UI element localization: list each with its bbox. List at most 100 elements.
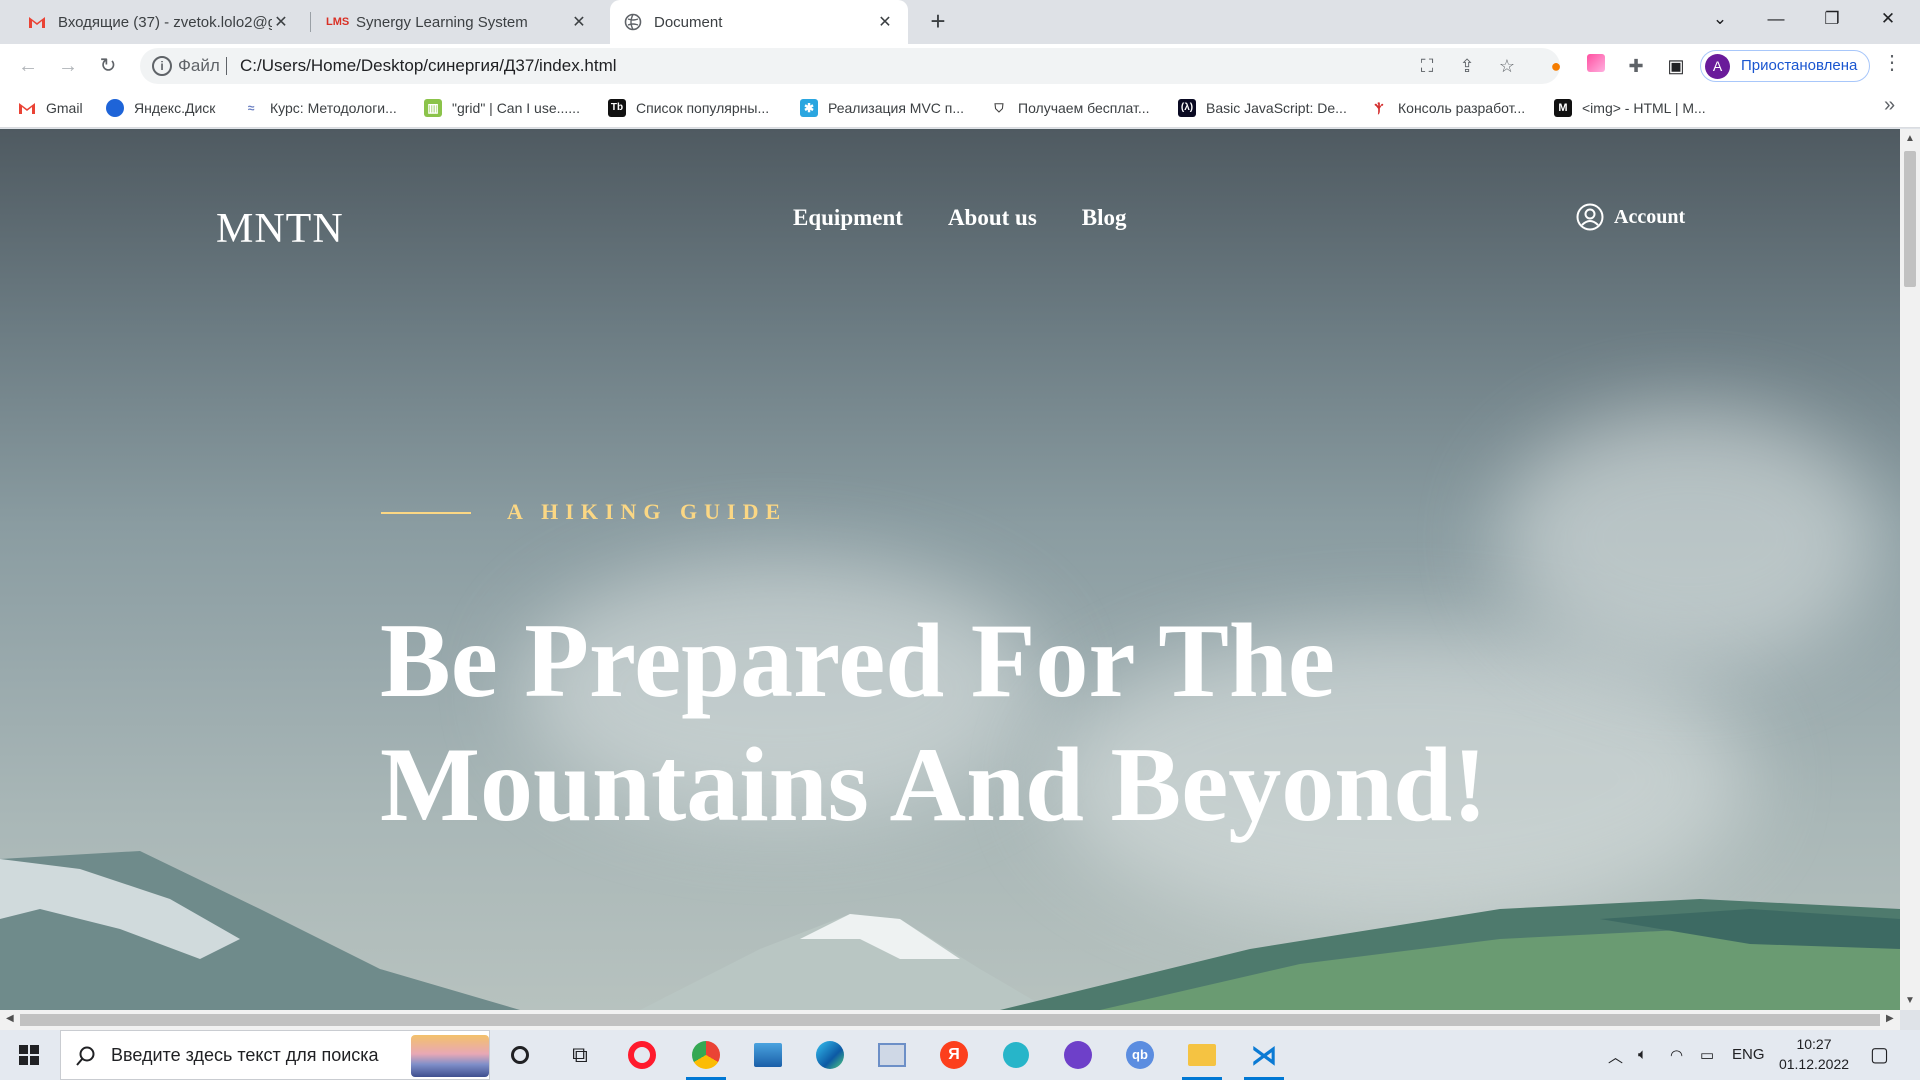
tab-title: Входящие (37) - zvetok.lolo2@g [58, 13, 272, 31]
tab-gmail[interactable]: Входящие (37) - zvetok.lolo2@g ✕ [14, 0, 304, 44]
gmail-icon [19, 103, 35, 114]
extension-gradient-icon[interactable] [1584, 54, 1608, 78]
nav-equipment[interactable]: Equipment [793, 205, 903, 231]
site-logo[interactable]: MNTN [216, 205, 344, 253]
tab-document[interactable]: Document ✕ [610, 0, 908, 44]
cortana-icon[interactable] [500, 1035, 540, 1075]
window-app-icon[interactable] [872, 1035, 912, 1075]
tray-overflow-icon[interactable]: ︿ [1608, 1046, 1623, 1067]
shield-icon: ⛉ [994, 101, 1004, 115]
github-desktop-icon[interactable] [1058, 1035, 1098, 1075]
bookmark-yandex-disk[interactable]: Яндекс.Диск [106, 96, 215, 120]
scroll-left-icon[interactable]: ◀ [6, 1013, 14, 1024]
volume-icon[interactable]: 🔈︎ [1638, 1046, 1647, 1063]
side-panel-icon[interactable]: ▣ [1664, 54, 1688, 78]
scroll-down-icon[interactable]: ▼ [1905, 995, 1915, 1006]
close-icon[interactable]: ✕ [876, 12, 894, 32]
bookmark-console[interactable]: Ⲯ Консоль разработ... [1370, 96, 1526, 120]
search-highlight-image [411, 1035, 489, 1077]
restore-button[interactable]: ❐ [1804, 0, 1860, 38]
bookmark-label: Курс: Методологи... [270, 100, 397, 116]
forward-button[interactable]: → [54, 52, 82, 80]
edge-icon[interactable] [810, 1035, 850, 1075]
scroll-up-icon[interactable]: ▲ [1905, 133, 1915, 144]
close-icon[interactable]: ✕ [570, 12, 588, 32]
reload-button[interactable]: ↻ [94, 52, 122, 80]
back-button[interactable]: ← [14, 52, 42, 80]
bookmark-label: <img> - HTML | M... [1582, 100, 1706, 116]
yandex-browser-icon[interactable]: Я [934, 1035, 974, 1075]
url-text[interactable]: C:/Users/Home/Desktop/синергия/Д37/index… [240, 56, 617, 76]
photos-icon[interactable] [748, 1035, 788, 1075]
notifications-icon[interactable]: ▢ [1870, 1042, 1889, 1067]
teal-app-icon[interactable] [996, 1035, 1036, 1075]
task-view-icon[interactable]: ⧉ [560, 1035, 600, 1075]
site-nav: Equipment About us Blog [793, 205, 1127, 231]
tab-title: Document [654, 13, 723, 31]
bookmark-label: Gmail [46, 100, 83, 116]
tab-divider [310, 12, 311, 32]
user-icon [1576, 203, 1604, 231]
menu-kebab-icon[interactable]: ⋮ [1882, 50, 1902, 75]
share-icon[interactable]: ⇪ [1456, 55, 1478, 77]
scroll-thumb[interactable] [20, 1014, 1880, 1026]
hero-title: Be Prepared For The Mountains And Beyond… [380, 599, 1680, 847]
bookmarks-overflow-icon[interactable]: » [1884, 94, 1895, 117]
extensions-puzzle-icon[interactable]: ✚ [1624, 54, 1648, 78]
clock-time: 10:27 [1796, 1036, 1832, 1052]
input-language[interactable]: ENG [1732, 1046, 1765, 1063]
windows-start-icon[interactable] [0, 1030, 58, 1080]
bookmark-course[interactable]: ≈ Курс: Методологи... [242, 96, 397, 120]
mvc-icon: ✱ [800, 99, 818, 117]
bookmark-gmail[interactable]: Gmail [18, 96, 83, 120]
bookmark-star-icon[interactable]: ☆ [1496, 55, 1518, 77]
bookmark-free[interactable]: ⛉ Получаем бесплат... [990, 96, 1150, 120]
qbittorrent-icon[interactable]: qb [1120, 1035, 1160, 1075]
tb-icon: Tb [608, 99, 626, 117]
bookmark-label: Яндекс.Диск [134, 100, 216, 116]
bookmark-basic-js[interactable]: (λ) Basic JavaScript: De... [1178, 96, 1347, 120]
extension-orange-icon[interactable]: ● [1544, 54, 1568, 78]
taskbar-clock[interactable]: 10:27 01.12.2022 [1766, 1034, 1862, 1074]
tab-search-chevron-icon[interactable]: ⌄ [1692, 0, 1748, 38]
mdn-icon: M [1554, 99, 1572, 117]
battery-icon[interactable]: ▭ [1700, 1046, 1714, 1064]
file-explorer-icon[interactable] [1182, 1035, 1222, 1080]
bookmarks-bar: Gmail Яндекс.Диск ≈ Курс: Методологи... … [0, 88, 1920, 128]
chrome-icon[interactable] [686, 1035, 726, 1080]
taskbar-search[interactable]: Введите здесь текст для поиска [60, 1030, 490, 1080]
scroll-right-icon[interactable]: ▶ [1886, 1013, 1894, 1024]
bookmark-label: Список популярны... [636, 100, 770, 116]
profile-button[interactable]: A Приостановлена [1700, 50, 1870, 82]
info-icon[interactable]: i [152, 56, 172, 76]
minimize-button[interactable]: — [1748, 0, 1804, 38]
lms-icon: LMS [326, 16, 350, 28]
hero-title-line-2: Mountains And Beyond! [380, 726, 1488, 843]
vscode-icon[interactable]: ⋊ [1244, 1035, 1284, 1080]
bookmark-label: "grid" | Can I use...... [452, 100, 580, 116]
close-icon[interactable]: ✕ [272, 12, 290, 32]
close-window-button[interactable]: ✕ [1860, 0, 1916, 38]
account-link[interactable]: Account [1576, 203, 1685, 231]
scroll-thumb[interactable] [1904, 151, 1916, 287]
caniuse-icon: ▥ [424, 99, 442, 117]
network-icon[interactable]: ◠ [1670, 1046, 1683, 1064]
bookmark-popular-list[interactable]: Tb Список популярны... [608, 96, 769, 120]
bookmark-caniuse[interactable]: ▥ "grid" | Can I use...... [424, 96, 580, 120]
opera-icon[interactable] [622, 1035, 662, 1075]
windows-taskbar: Введите здесь текст для поиска ⧉ Я qb ⋊ … [0, 1030, 1920, 1080]
tab-synergy[interactable]: LMS Synergy Learning System ✕ [312, 0, 602, 44]
translate-icon[interactable]: ⛶ [1416, 55, 1438, 77]
address-bar[interactable]: i Файл C:/Users/Home/Desktop/синергия/Д3… [140, 48, 1560, 84]
omnibox-divider [226, 57, 227, 75]
vertical-scrollbar[interactable]: ▲ ▼ [1900, 129, 1920, 1010]
new-tab-button[interactable]: + [922, 6, 954, 38]
nav-blog[interactable]: Blog [1082, 205, 1127, 231]
nav-about-us[interactable]: About us [948, 205, 1037, 231]
horizontal-scrollbar[interactable]: ◀ ▶ [0, 1010, 1900, 1030]
eyebrow-line [381, 512, 471, 514]
bookmark-mdn-img[interactable]: M <img> - HTML | M... [1554, 96, 1706, 120]
bookmark-mvc[interactable]: ✱ Реализация MVC п... [800, 96, 964, 120]
browser-toolbar: ← → ↻ i Файл C:/Users/Home/Desktop/синер… [0, 44, 1920, 88]
bookmark-label: Получаем бесплат... [1018, 100, 1150, 116]
